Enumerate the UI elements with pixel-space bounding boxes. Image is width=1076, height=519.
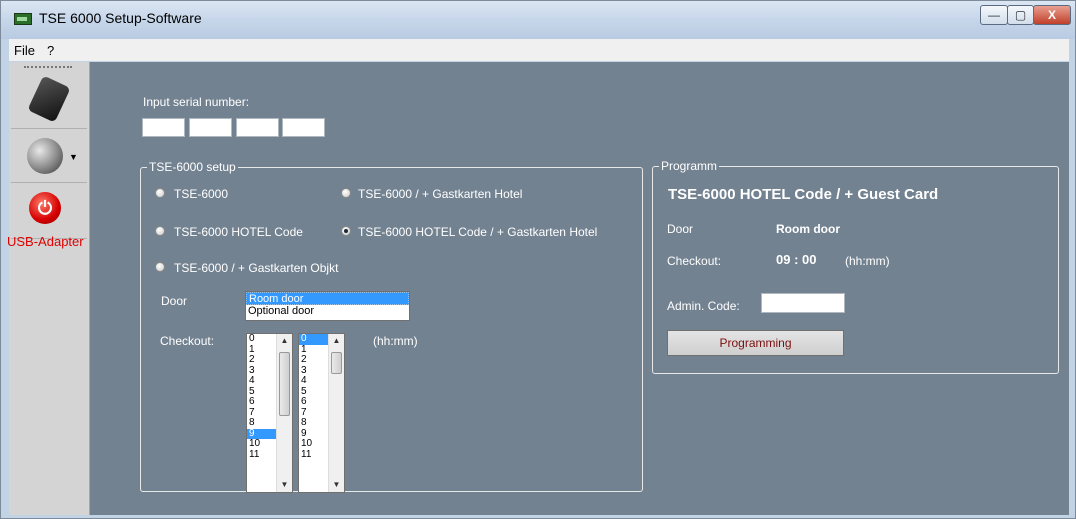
serial-field-2[interactable] xyxy=(189,118,232,137)
radio-hotel-code-gastkarten[interactable] xyxy=(341,226,351,236)
power-icon: ⏻ xyxy=(29,192,61,224)
window-title: TSE 6000 Setup-Software xyxy=(39,10,202,26)
dropdown-arrow-icon: ▼ xyxy=(69,152,78,162)
radio-tse6000-label[interactable]: TSE-6000 xyxy=(174,187,228,201)
program-checkout-value: 09 : 00 xyxy=(776,252,817,267)
menu-bar: File ? xyxy=(9,39,1069,61)
title-bar[interactable]: TSE 6000 Setup-Software — ▢ X xyxy=(1,1,1075,39)
serial-label: Input serial number: xyxy=(143,95,250,109)
setup-legend: TSE-6000 setup xyxy=(147,160,238,174)
radio-hotel-code[interactable] xyxy=(155,226,165,236)
scroll-up-icon[interactable]: ▲ xyxy=(277,334,292,348)
door-option[interactable]: Room door xyxy=(246,292,409,305)
program-door-label: Door xyxy=(667,222,694,236)
door-option[interactable]: Optional door xyxy=(246,305,409,318)
menu-help[interactable]: ? xyxy=(47,43,54,58)
radio-gastkarten-hotel-label[interactable]: TSE-6000 / + Gastkarten Hotel xyxy=(358,187,522,201)
setup-groupbox: TSE-6000 setup xyxy=(140,160,643,492)
hours-scrollbar[interactable]: ▲ ▼ xyxy=(276,334,292,492)
hours-listbox[interactable]: 0 1 2 3 4 5 6 7 8 9 10 11 ▲ ▼ xyxy=(246,333,293,493)
language-dropdown-button[interactable]: ▼ xyxy=(11,130,87,183)
maximize-button[interactable]: ▢ xyxy=(1007,5,1034,25)
app-window: TSE 6000 Setup-Software — ▢ X File ? ▼ ⏻… xyxy=(0,0,1076,519)
close-button[interactable]: X xyxy=(1033,5,1071,25)
main-panel: Input serial number: TSE-6000 setup TSE-… xyxy=(90,62,1069,515)
side-toolbar: ▼ ⏻ USB-Adapter xyxy=(7,62,90,515)
scroll-down-icon[interactable]: ▼ xyxy=(329,478,344,492)
minutes-scrollbar[interactable]: ▲ ▼ xyxy=(328,334,344,492)
program-door-value: Room door xyxy=(776,222,840,236)
serial-field-4[interactable] xyxy=(282,118,325,137)
menu-file[interactable]: File xyxy=(14,43,35,58)
scroll-thumb[interactable] xyxy=(279,352,290,416)
program-heading: TSE-6000 HOTEL Code / + Guest Card xyxy=(668,186,939,203)
minutes-listbox[interactable]: 0 1 2 3 4 5 6 7 8 9 10 11 ▲ ▼ xyxy=(298,333,345,493)
card-button[interactable] xyxy=(11,72,87,129)
radio-hotel-code-gastkarten-label[interactable]: TSE-6000 HOTEL Code / + Gastkarten Hotel xyxy=(358,225,597,239)
door-listbox[interactable]: Room door Optional door xyxy=(245,291,410,321)
program-checkout-label: Checkout: xyxy=(667,254,722,268)
checkout-label: Checkout: xyxy=(160,334,215,348)
globe-icon xyxy=(27,138,63,174)
serial-field-3[interactable] xyxy=(236,118,279,137)
power-button[interactable]: ⏻ xyxy=(11,184,87,239)
usb-adapter-label: USB-Adapter xyxy=(7,234,84,249)
scroll-down-icon[interactable]: ▼ xyxy=(277,478,292,492)
radio-hotel-code-label[interactable]: TSE-6000 HOTEL Code xyxy=(174,225,303,239)
card-icon xyxy=(27,75,71,123)
radio-gastkarten-hotel[interactable] xyxy=(341,188,351,198)
door-label: Door xyxy=(161,294,188,308)
app-icon xyxy=(14,13,32,25)
minimize-button[interactable]: — xyxy=(980,5,1008,25)
program-checkout-format: (hh:mm) xyxy=(845,254,890,268)
radio-tse6000[interactable] xyxy=(155,188,165,198)
radio-gastkarten-objkt[interactable] xyxy=(155,262,165,272)
scroll-thumb[interactable] xyxy=(331,352,342,374)
serial-field-1[interactable] xyxy=(142,118,185,137)
program-legend: Programm xyxy=(659,159,720,173)
checkout-format-label: (hh:mm) xyxy=(373,334,418,348)
scroll-up-icon[interactable]: ▲ xyxy=(329,334,344,348)
programming-button[interactable]: Programming xyxy=(667,330,844,356)
toolbar-grip[interactable] xyxy=(24,66,72,70)
admin-code-input[interactable] xyxy=(761,293,845,313)
radio-gastkarten-objkt-label[interactable]: TSE-6000 / + Gastkarten Objkt xyxy=(174,261,338,275)
admin-code-label: Admin. Code: xyxy=(667,299,740,313)
